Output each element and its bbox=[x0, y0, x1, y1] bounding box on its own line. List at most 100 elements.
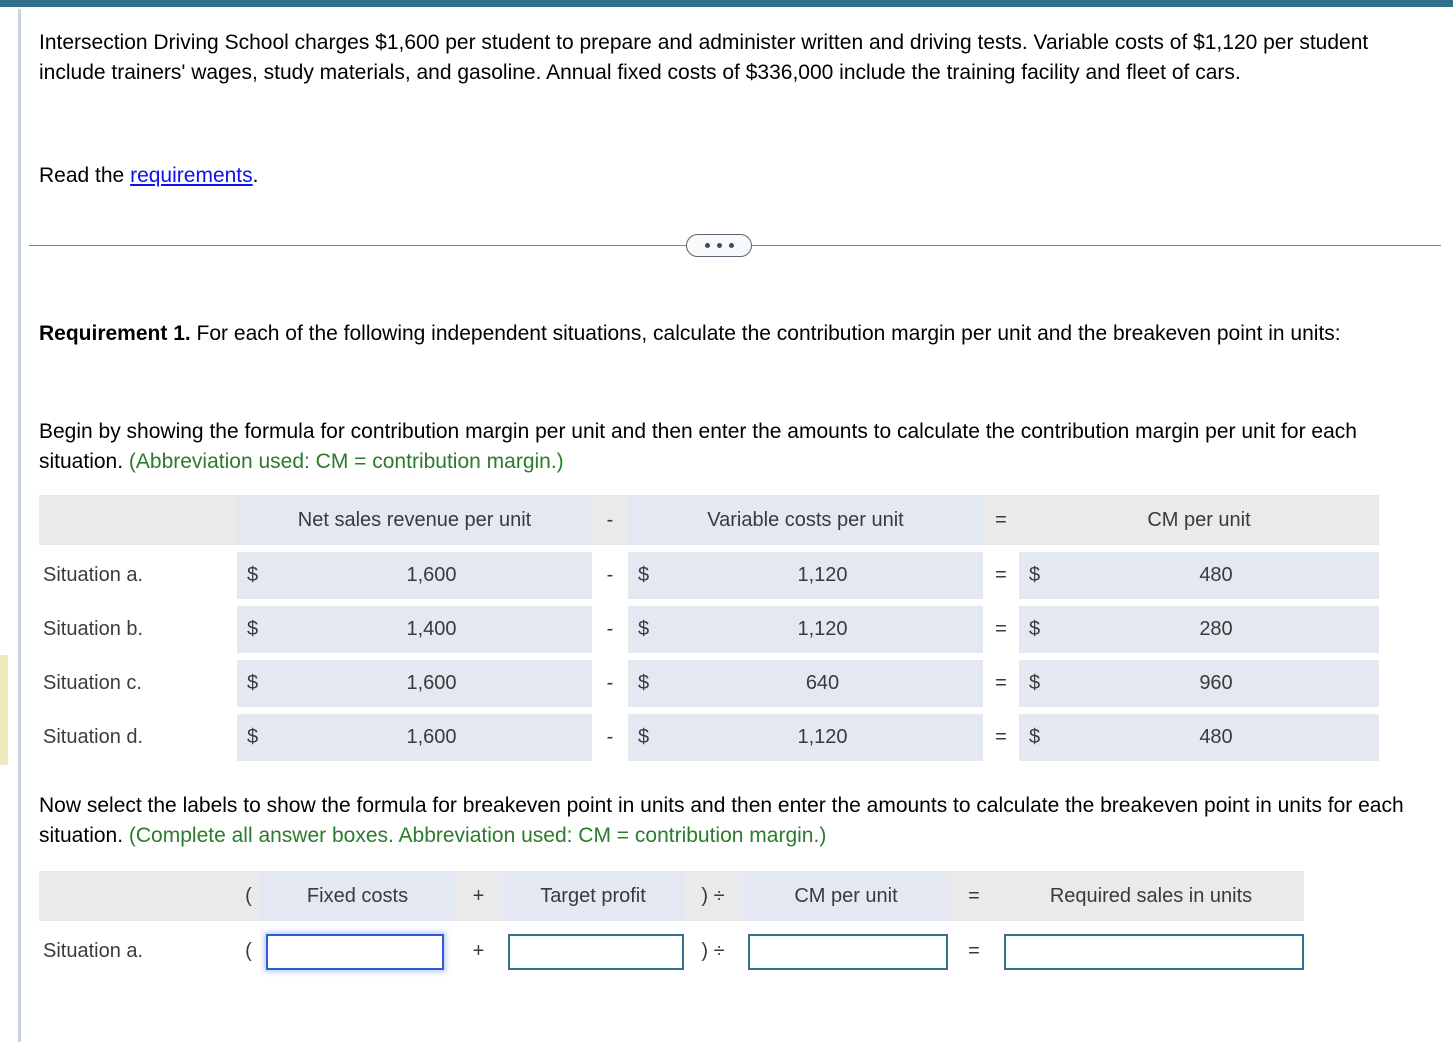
header-variable-costs[interactable]: Variable costs per unit bbox=[628, 495, 983, 545]
row-label-situation-a: Situation a. bbox=[39, 928, 237, 975]
row-label-situation-c: Situation c. bbox=[39, 660, 237, 707]
read-prefix-text: Read the bbox=[39, 164, 131, 187]
section-divider bbox=[29, 234, 1441, 258]
gutter-highlight-marker bbox=[0, 655, 8, 765]
begin-instruction: Begin by showing the formula for contrib… bbox=[39, 417, 1419, 477]
amount-value: 1,400 bbox=[406, 618, 457, 640]
problem-statement: Intersection Driving School charges $1,6… bbox=[39, 31, 1369, 84]
requirement-heading: Requirement 1. For each of the following… bbox=[39, 319, 1379, 349]
amount-value: 1,120 bbox=[797, 564, 848, 586]
fixed-costs-input[interactable] bbox=[266, 933, 444, 970]
currency-symbol: $ bbox=[247, 618, 259, 640]
open-paren-a: ( bbox=[245, 940, 252, 962]
close-paren-divide-a: ) ÷ bbox=[701, 940, 725, 962]
cell-net-sales-d: $ 1,600 bbox=[237, 714, 592, 761]
target-profit-input[interactable] bbox=[508, 933, 684, 970]
top-accent-bar bbox=[0, 0, 1453, 7]
header-required-sales-in-units: Required sales in units bbox=[998, 871, 1304, 921]
amount-value: 480 bbox=[1199, 564, 1233, 586]
currency-symbol: $ bbox=[1029, 726, 1041, 748]
currency-symbol: $ bbox=[1029, 564, 1041, 586]
operator-minus-c: - bbox=[592, 660, 628, 707]
header-net-sales-revenue[interactable]: Net sales revenue per unit bbox=[237, 495, 592, 545]
cell-cm-d: $ 480 bbox=[1019, 714, 1379, 761]
amount-value: 1,600 bbox=[406, 672, 457, 694]
currency-symbol: $ bbox=[638, 618, 650, 640]
currency-symbol: $ bbox=[638, 564, 650, 586]
cell-net-sales-b: $ 1,400 bbox=[237, 606, 592, 653]
amount-value: 640 bbox=[805, 672, 840, 694]
table-header-row: Net sales revenue per unit - Variable co… bbox=[39, 495, 1379, 545]
now-select-instruction: Now select the labels to show the formul… bbox=[39, 791, 1429, 851]
row-spacer bbox=[39, 921, 1304, 928]
dot-2-icon bbox=[716, 243, 722, 248]
header-blank-cell bbox=[39, 495, 237, 545]
required-sales-in-units-input[interactable] bbox=[1004, 933, 1304, 970]
currency-symbol: $ bbox=[1029, 672, 1041, 694]
dot-1-icon bbox=[704, 243, 710, 248]
header-cm-per-unit: CM per unit bbox=[1019, 495, 1379, 545]
cell-variable-costs-d: $ 1,120 bbox=[628, 714, 983, 761]
content-pane: Intersection Driving School charges $1,6… bbox=[21, 9, 1453, 1054]
currency-symbol: $ bbox=[247, 672, 259, 694]
header-target-profit[interactable]: Target profit bbox=[502, 871, 684, 921]
operator-equals-a: = bbox=[968, 940, 980, 962]
header-cm-per-unit[interactable]: CM per unit bbox=[742, 871, 950, 921]
header-fixed-costs[interactable]: Fixed costs bbox=[260, 871, 455, 921]
requirement-label: Requirement 1. bbox=[39, 322, 191, 345]
table-header-row: ( Fixed costs + Target profit ) ÷ CM per… bbox=[39, 871, 1304, 921]
cm-per-unit-input[interactable] bbox=[748, 933, 948, 970]
cell-cm-per-unit-input bbox=[742, 928, 950, 975]
table-row: Situation a. ( + ) ÷ = bbox=[39, 928, 1304, 975]
cell-target-profit-input bbox=[502, 928, 684, 975]
currency-symbol: $ bbox=[247, 564, 259, 586]
begin-abbreviation-note: (Abbreviation used: CM = contribution ma… bbox=[128, 450, 564, 473]
cell-variable-costs-a: $ 1,120 bbox=[628, 552, 983, 599]
row-spacer bbox=[39, 599, 1379, 606]
operator-equals-c: = bbox=[983, 660, 1019, 707]
cell-net-sales-a: $ 1,600 bbox=[237, 552, 592, 599]
read-requirements-line: Read the requirements. bbox=[39, 161, 258, 191]
row-spacer bbox=[39, 707, 1379, 714]
currency-symbol: $ bbox=[638, 672, 650, 694]
currency-symbol: $ bbox=[1029, 618, 1041, 640]
now-abbreviation-note: (Complete all answer boxes. Abbreviation… bbox=[128, 824, 827, 847]
requirement-text: For each of the following independent si… bbox=[190, 322, 1341, 345]
operator-plus-a: + bbox=[472, 940, 485, 962]
breakeven-point-table: ( Fixed costs + Target profit ) ÷ CM per… bbox=[39, 871, 1304, 975]
operator-minus-b: - bbox=[592, 606, 628, 653]
cell-required-sales-input bbox=[998, 928, 1304, 975]
amount-value: 1,600 bbox=[406, 564, 457, 586]
cell-cm-a: $ 480 bbox=[1019, 552, 1379, 599]
cell-variable-costs-b: $ 1,120 bbox=[628, 606, 983, 653]
dot-3-icon bbox=[728, 243, 734, 248]
more-options-ellipsis-icon[interactable] bbox=[686, 234, 752, 257]
table-row: Situation c. $ 1,600 - $ 640 = $ 960 bbox=[39, 660, 1379, 707]
header-operator-equals: = bbox=[950, 871, 998, 921]
currency-symbol: $ bbox=[638, 726, 650, 748]
header-operator-equals: = bbox=[983, 495, 1019, 545]
row-label-situation-a: Situation a. bbox=[39, 552, 237, 599]
row-label-situation-d: Situation d. bbox=[39, 714, 237, 761]
amount-value: 1,120 bbox=[797, 618, 848, 640]
row-label-situation-b: Situation b. bbox=[39, 606, 237, 653]
table-row: Situation a. $ 1,600 - $ 1,120 = $ 480 bbox=[39, 552, 1379, 599]
row-spacer bbox=[39, 653, 1379, 660]
header-operator-minus: - bbox=[592, 495, 628, 545]
header-operator-plus: + bbox=[455, 871, 502, 921]
cell-net-sales-c: $ 1,600 bbox=[237, 660, 592, 707]
operator-equals-b: = bbox=[983, 606, 1019, 653]
left-gutter bbox=[0, 7, 8, 1047]
header-open-paren: ( bbox=[237, 871, 260, 921]
table-row: Situation b. $ 1,400 - $ 1,120 = $ 280 bbox=[39, 606, 1379, 653]
amount-value: 480 bbox=[1199, 726, 1233, 748]
operator-equals-a: = bbox=[983, 552, 1019, 599]
table-row: Situation d. $ 1,600 - $ 1,120 = $ 480 bbox=[39, 714, 1379, 761]
cell-cm-c: $ 960 bbox=[1019, 660, 1379, 707]
read-suffix-text: . bbox=[252, 164, 259, 187]
operator-equals-d: = bbox=[983, 714, 1019, 761]
header-close-paren-divide: ) ÷ bbox=[684, 871, 742, 921]
row-spacer bbox=[39, 545, 1379, 552]
requirements-link[interactable]: requirements bbox=[130, 164, 253, 187]
operator-minus-a: - bbox=[592, 552, 628, 599]
